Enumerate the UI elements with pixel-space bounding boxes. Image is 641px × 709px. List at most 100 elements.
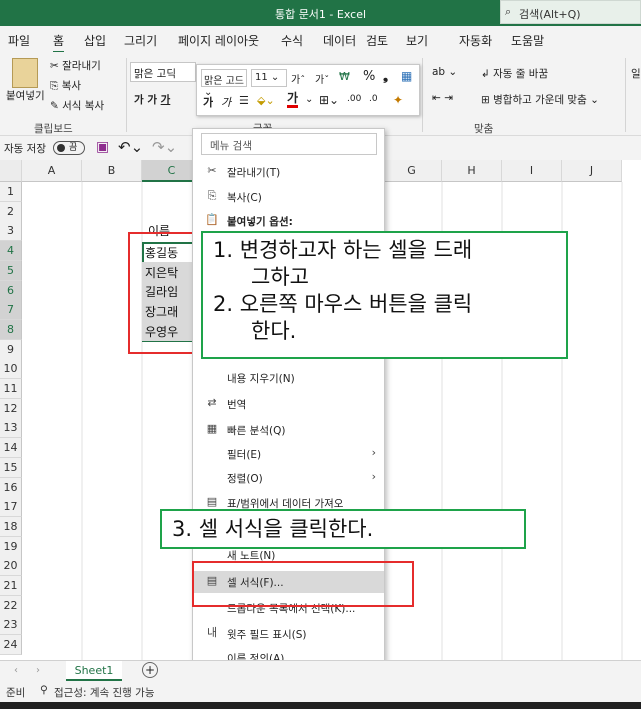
- context-menu-item[interactable]: ⇄ 번역: [193, 393, 384, 415]
- redo-icon[interactable]: ↷⌄: [152, 138, 177, 156]
- tab-prev-icon[interactable]: ‹: [14, 665, 18, 676]
- menu-tab[interactable]: 데이터: [323, 32, 356, 49]
- row-header[interactable]: 4: [0, 241, 22, 262]
- row-header[interactable]: 16: [0, 477, 22, 498]
- save-icon[interactable]: ▣: [96, 139, 109, 155]
- context-menu-item[interactable]: 내 윗주 필드 표시(S): [193, 623, 384, 645]
- increase-decimal-icon[interactable]: .00: [347, 94, 361, 104]
- percent-icon[interactable]: %: [363, 69, 375, 84]
- mini-align-icon[interactable]: ☰: [239, 94, 249, 107]
- cut-button[interactable]: ✂ 잘라내기: [50, 58, 101, 73]
- row-header[interactable]: 12: [0, 398, 22, 419]
- wrap-text-button[interactable]: ↲ 자동 줄 바꿈: [481, 66, 548, 81]
- context-menu-item[interactable]: ⎘ 복사(C): [193, 186, 384, 208]
- context-menu-item[interactable]: ▦ 빠른 분석(Q): [193, 419, 384, 441]
- merge-center-button[interactable]: ⊞ 병합하고 가운데 맞춤 ⌄: [481, 92, 599, 107]
- row-header[interactable]: 11: [0, 379, 22, 399]
- row-header[interactable]: 2: [0, 201, 22, 222]
- table-format-icon[interactable]: ▦: [401, 69, 412, 83]
- autosave-toggle[interactable]: 끔: [53, 141, 85, 155]
- callout1-line1: 1. 변경하고자 하는 셀을 드래: [213, 238, 473, 262]
- font-name-box[interactable]: 맑은 고딕: [130, 62, 196, 82]
- callout2-text: 3. 셀 서식을 클릭한다.: [172, 517, 374, 541]
- row-header[interactable]: 22: [0, 595, 22, 616]
- menu-tab[interactable]: 도움말: [511, 32, 544, 49]
- font-color-icon[interactable]: 가: [287, 92, 299, 108]
- menu-tab[interactable]: 자동화: [459, 32, 492, 49]
- paste-icon[interactable]: [12, 58, 38, 88]
- row-header[interactable]: 14: [0, 438, 22, 459]
- mini-font-box[interactable]: 맑은 고드⌄: [201, 69, 247, 98]
- column-header[interactable]: A: [22, 160, 82, 182]
- select-all-corner[interactable]: [0, 160, 22, 182]
- row-header[interactable]: 17: [0, 497, 22, 518]
- ribbon-separator: [625, 58, 626, 132]
- menu-item-icon: 내: [206, 626, 218, 639]
- row-header[interactable]: 18: [0, 516, 22, 537]
- row-header[interactable]: 6: [0, 280, 22, 301]
- currency-icon[interactable]: ₩: [339, 70, 350, 83]
- context-menu-item[interactable]: 내용 지우기(N): [193, 367, 384, 389]
- menu-tab[interactable]: 페이지 레이아웃: [178, 32, 259, 49]
- menu-item-label: 복사(C): [227, 192, 262, 204]
- column-header[interactable]: B: [82, 160, 142, 182]
- row-header[interactable]: 3: [0, 221, 22, 242]
- row-header[interactable]: 8: [0, 319, 22, 340]
- copy-button[interactable]: ⎘ 복사: [50, 78, 81, 93]
- add-sheet-icon[interactable]: +: [142, 662, 158, 678]
- row-header[interactable]: 19: [0, 536, 22, 557]
- row-header[interactable]: 7: [0, 300, 22, 321]
- row-header[interactable]: 9: [0, 339, 22, 360]
- callout1-line2: 2. 오른쪽 마우스 버튼을 클릭: [213, 292, 473, 316]
- bold-button[interactable]: 가 가 가: [134, 92, 170, 107]
- menu-search-input[interactable]: 메뉴 검색: [201, 133, 377, 155]
- mini-bold-icon[interactable]: 가: [203, 94, 213, 110]
- row-header[interactable]: 23: [0, 615, 22, 636]
- fill-color-icon[interactable]: ⬙⌄: [257, 94, 275, 107]
- border-icon[interactable]: ⊞⌄: [319, 93, 339, 107]
- menu-tab[interactable]: 수식: [281, 32, 303, 49]
- context-menu-item[interactable]: 필터(E) ›: [193, 443, 384, 465]
- row-header[interactable]: 21: [0, 576, 22, 596]
- orientation-button[interactable]: ab ⌄: [432, 66, 457, 78]
- row-header[interactable]: 5: [0, 260, 22, 281]
- status-ready: 준비: [6, 687, 26, 699]
- sheet-tab[interactable]: Sheet1: [66, 661, 122, 681]
- context-menu-item[interactable]: ✂ 잘라내기(T): [193, 161, 384, 183]
- shrink-font-icon[interactable]: 가ˇ: [315, 71, 329, 86]
- callout1-line2b: 한다.: [251, 319, 297, 343]
- column-header[interactable]: G: [382, 160, 442, 182]
- clear-format-icon[interactable]: ✦: [393, 93, 403, 107]
- format-painter-button[interactable]: ✎ 서식 복사: [50, 98, 104, 113]
- row-header[interactable]: 1: [0, 182, 22, 202]
- menu-tab[interactable]: 파일: [8, 32, 30, 49]
- decrease-decimal-icon[interactable]: .0: [369, 94, 378, 104]
- search-box[interactable]: ⌕ 검색(Alt+Q): [500, 0, 641, 24]
- row-header[interactable]: 15: [0, 457, 22, 478]
- accessibility-status[interactable]: 접근성: 계속 진행 가능: [54, 685, 155, 700]
- comma-icon[interactable]: ❟: [383, 69, 388, 84]
- context-menu-item[interactable]: 정렬(O) ›: [193, 467, 384, 489]
- grow-font-icon[interactable]: 가ˆ: [291, 71, 305, 86]
- row-header[interactable]: 24: [0, 635, 22, 656]
- undo-icon[interactable]: ↶⌄: [118, 138, 143, 156]
- column-header[interactable]: I: [502, 160, 562, 182]
- menu-tab[interactable]: 보기: [406, 32, 428, 49]
- taskbar: [0, 702, 641, 709]
- paste-label[interactable]: 붙여넣기: [6, 88, 45, 103]
- indent-buttons[interactable]: ⇤ ⇥: [432, 92, 453, 104]
- context-menu-item[interactable]: 📋 붙여넣기 옵션:: [193, 210, 384, 232]
- menu-tab[interactable]: 검토: [366, 32, 388, 49]
- row-header[interactable]: 20: [0, 556, 22, 577]
- tab-next-icon[interactable]: ›: [36, 665, 40, 676]
- row-header[interactable]: 10: [0, 359, 22, 380]
- column-header[interactable]: H: [442, 160, 502, 182]
- menu-tab[interactable]: 홈: [53, 32, 65, 53]
- row-header[interactable]: 13: [0, 418, 22, 439]
- menu-tab[interactable]: 삽입: [84, 32, 106, 49]
- mini-size-box[interactable]: 11 ⌄: [251, 69, 287, 87]
- column-header[interactable]: J: [562, 160, 622, 182]
- mini-italic-icon[interactable]: 가: [221, 94, 231, 110]
- menu-tab[interactable]: 그리기: [124, 32, 157, 49]
- dropdown-icon[interactable]: ⌄: [305, 94, 313, 105]
